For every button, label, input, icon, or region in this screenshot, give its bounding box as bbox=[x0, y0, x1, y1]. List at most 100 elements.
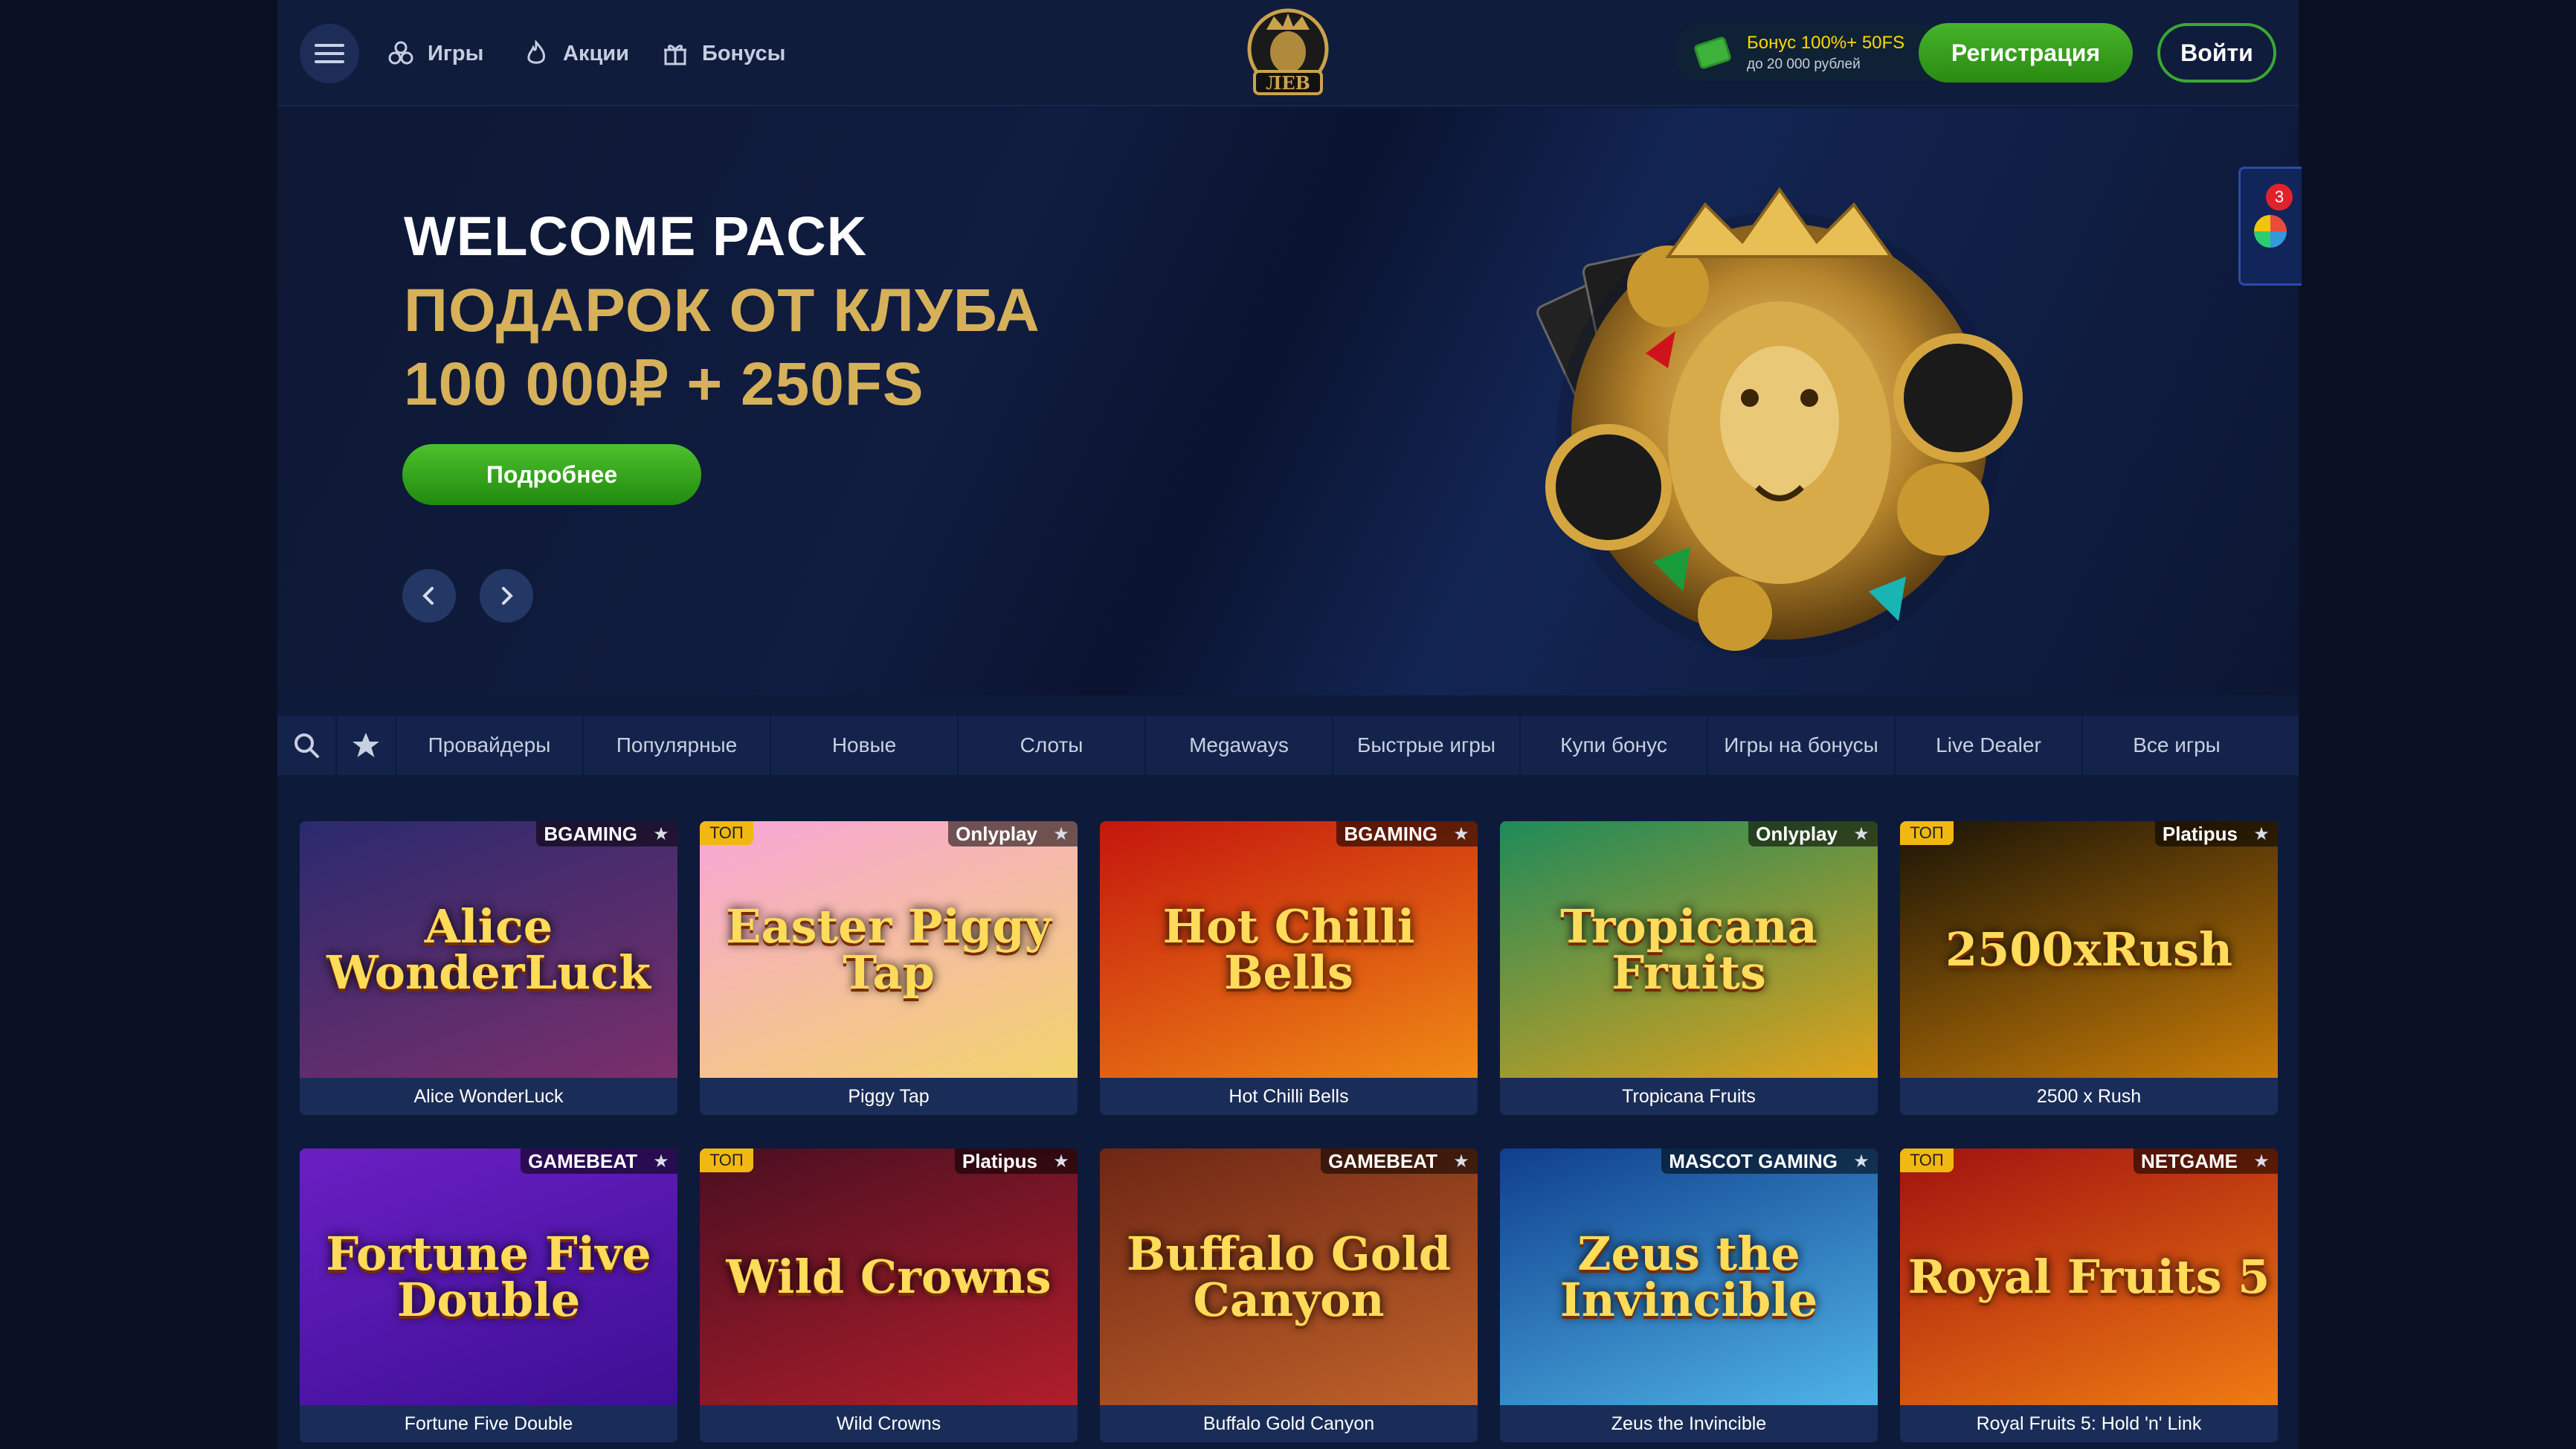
favorite-star-icon[interactable]: ★ bbox=[1845, 1148, 1878, 1174]
game-art-title: Wild Crowns bbox=[726, 1249, 1052, 1304]
bonus-subtitle: до 20 000 рублей bbox=[1747, 57, 1861, 72]
bonus-title: Бонус 100%+ 50FS bbox=[1747, 33, 1905, 53]
logo-text: ЛЕВ bbox=[1266, 72, 1310, 94]
game-art-title: 2500xRush bbox=[1945, 922, 2233, 977]
favorite-star-icon[interactable]: ★ bbox=[1845, 821, 1878, 846]
game-thumbnail[interactable]: Hot Chilli Bells bbox=[1100, 821, 1478, 1078]
game-card[interactable]: 2500xRush ТОП Platipus ★ 2500 x Rush bbox=[1900, 821, 2278, 1115]
cat-bonus-games[interactable]: Игры на бонусы bbox=[1708, 716, 1896, 775]
game-title: Zeus the Invincible bbox=[1500, 1405, 1878, 1442]
register-button[interactable]: Регистрация bbox=[1919, 23, 2133, 83]
provider-label: BGAMING bbox=[536, 821, 645, 846]
chevron-right-icon bbox=[502, 587, 513, 605]
nav-games-label: Игры bbox=[428, 41, 484, 65]
game-thumbnail[interactable]: Wild Crowns bbox=[700, 1148, 1078, 1405]
game-card[interactable]: Easter Piggy Tap ТОП Onlyplay ★ Piggy Tap bbox=[700, 821, 1078, 1115]
game-title: 2500 x Rush bbox=[1900, 1078, 2278, 1115]
provider-label: MASCOT GAMING bbox=[1661, 1148, 1845, 1174]
top-badge: ТОП bbox=[700, 821, 753, 845]
provider-label: NETGAME bbox=[2134, 1148, 2245, 1174]
favorite-star-icon[interactable]: ★ bbox=[645, 1148, 677, 1174]
favorite-star-icon[interactable]: ★ bbox=[2245, 821, 2278, 846]
game-card[interactable]: Tropicana Fruits Onlyplay ★ Tropicana Fruit… bbox=[1500, 821, 1878, 1115]
page: Игры Акции Бонусы ЛЕВ Бонус 100%+ 50FS д… bbox=[277, 0, 2302, 1449]
cat-all-games[interactable]: Все игры bbox=[2083, 716, 2270, 775]
provider-label: GAMEBEAT bbox=[521, 1148, 645, 1174]
game-thumbnail[interactable]: Easter Piggy Tap bbox=[700, 821, 1078, 1078]
game-card[interactable]: Wild Crowns ТОП Platipus ★ Wild Crowns bbox=[700, 1148, 1078, 1442]
wheel-icon bbox=[2254, 215, 2287, 248]
game-thumbnail[interactable]: Zeus the Invincible bbox=[1500, 1148, 1878, 1405]
game-thumbnail[interactable]: Fortune Five Double bbox=[300, 1148, 677, 1405]
game-title: Tropicana Fruits bbox=[1500, 1078, 1878, 1115]
game-card[interactable]: Fortune Five Double GAMEBEAT ★ Fortune Five… bbox=[300, 1148, 677, 1442]
provider-label: Platipus bbox=[2154, 821, 2245, 846]
hero-subtitle: ПОДАРОК ОТ КЛУБА bbox=[404, 277, 1040, 344]
game-card[interactable]: Buffalo Gold Canyon GAMEBEAT ★ Buffalo Gold… bbox=[1100, 1148, 1478, 1442]
game-title: Piggy Tap bbox=[700, 1078, 1078, 1115]
game-thumbnail[interactable]: Alice WonderLuck bbox=[300, 821, 677, 1078]
cat-providers[interactable]: Провайдеры bbox=[396, 716, 584, 775]
game-art-title: Tropicana Fruits bbox=[1560, 899, 1817, 1000]
game-art-title: Buffalo Gold Canyon bbox=[1126, 1226, 1452, 1327]
star-icon bbox=[352, 733, 379, 757]
game-title: Wild Crowns bbox=[700, 1405, 1078, 1442]
game-thumbnail[interactable]: Royal Fruits 5 bbox=[1900, 1148, 2278, 1405]
hamburger-icon bbox=[315, 44, 344, 63]
nav-promotions-label: Акции bbox=[563, 41, 629, 65]
cat-live-dealer[interactable]: Live Dealer bbox=[1896, 716, 2083, 775]
site-header: Игры Акции Бонусы ЛЕВ Бонус 100%+ 50FS д… bbox=[277, 0, 2299, 106]
game-card[interactable]: Alice WonderLuck BGAMING ★ Alice WonderLuck bbox=[300, 821, 677, 1115]
favorite-star-icon[interactable]: ★ bbox=[1445, 1148, 1478, 1174]
provider-label: Onlyplay bbox=[1748, 821, 1845, 846]
search-icon bbox=[294, 733, 319, 758]
top-badge: ТОП bbox=[1900, 821, 1954, 845]
cat-new[interactable]: Новые bbox=[771, 716, 959, 775]
nav-promotions[interactable]: Акции bbox=[521, 30, 629, 77]
favorite-star-icon[interactable]: ★ bbox=[1045, 821, 1078, 846]
game-art-title: Royal Fruits 5 bbox=[1907, 1249, 2270, 1304]
favorite-star-icon[interactable]: ★ bbox=[645, 821, 677, 846]
game-thumbnail[interactable]: 2500xRush bbox=[1900, 821, 2278, 1078]
top-badge: ТОП bbox=[700, 1148, 753, 1172]
game-card[interactable]: Hot Chilli Bells BGAMING ★ Hot Chilli Bells bbox=[1100, 821, 1478, 1115]
game-thumbnail[interactable]: Buffalo Gold Canyon bbox=[1100, 1148, 1478, 1405]
games-grid: Alice WonderLuck BGAMING ★ Alice WonderLuck… bbox=[300, 821, 2282, 1446]
details-button[interactable]: Подробнее bbox=[402, 444, 701, 505]
cat-buy-bonus[interactable]: Купи бонус bbox=[1521, 716, 1708, 775]
hero-amount: 100 000₽ + 250FS bbox=[404, 350, 924, 418]
cat-fast-games[interactable]: Быстрые игры bbox=[1333, 716, 1521, 775]
golden-lion-image bbox=[1536, 187, 2023, 658]
favorite-star-icon[interactable]: ★ bbox=[1045, 1148, 1078, 1174]
provider-label: Onlyplay bbox=[948, 821, 1045, 846]
favorite-star-icon[interactable]: ★ bbox=[1445, 821, 1478, 846]
cat-slots[interactable]: Слоты bbox=[959, 716, 1146, 775]
game-art-title: Alice WonderLuck bbox=[326, 899, 651, 1000]
menu-button[interactable] bbox=[300, 24, 359, 83]
login-button[interactable]: Войти bbox=[2157, 23, 2276, 83]
favorite-star-icon[interactable]: ★ bbox=[2245, 1148, 2278, 1174]
game-title: Royal Fruits 5: Hold 'n' Link bbox=[1900, 1405, 2278, 1442]
next-slide-button[interactable] bbox=[480, 569, 533, 623]
favorites-button[interactable] bbox=[337, 716, 396, 775]
game-thumbnail[interactable]: Tropicana Fruits bbox=[1500, 821, 1878, 1078]
nav-bonuses-label: Бонусы bbox=[702, 41, 786, 65]
flame-icon bbox=[521, 39, 551, 68]
cat-popular[interactable]: Популярные bbox=[584, 716, 771, 775]
clover-icon bbox=[386, 39, 416, 68]
provider-label: GAMEBEAT bbox=[1321, 1148, 1445, 1174]
category-bar: Провайдеры Популярные Новые Слоты Megawa… bbox=[277, 716, 2299, 775]
nav-games[interactable]: Игры bbox=[386, 30, 483, 77]
site-logo[interactable]: ЛЕВ bbox=[1244, 7, 1332, 98]
game-art-title: Zeus the Invincible bbox=[1559, 1226, 1818, 1327]
cat-megaways[interactable]: Megaways bbox=[1146, 716, 1333, 775]
search-button[interactable] bbox=[277, 716, 337, 775]
side-widget[interactable]: 3 bbox=[2238, 167, 2302, 286]
game-card[interactable]: Zeus the Invincible MASCOT GAMING ★ Zeus th… bbox=[1500, 1148, 1878, 1442]
prev-slide-button[interactable] bbox=[402, 569, 456, 623]
cash-icon bbox=[1693, 36, 1733, 70]
nav-bonuses[interactable]: Бонусы bbox=[660, 30, 785, 77]
hero-banner: WELCOME PACK ПОДАРОК ОТ КЛУБА 100 000₽ +… bbox=[277, 108, 2299, 695]
hero-title: WELCOME PACK bbox=[404, 205, 868, 267]
game-card[interactable]: Royal Fruits 5 ТОП NETGAME ★ Royal Fruits 5:… bbox=[1900, 1148, 2278, 1442]
